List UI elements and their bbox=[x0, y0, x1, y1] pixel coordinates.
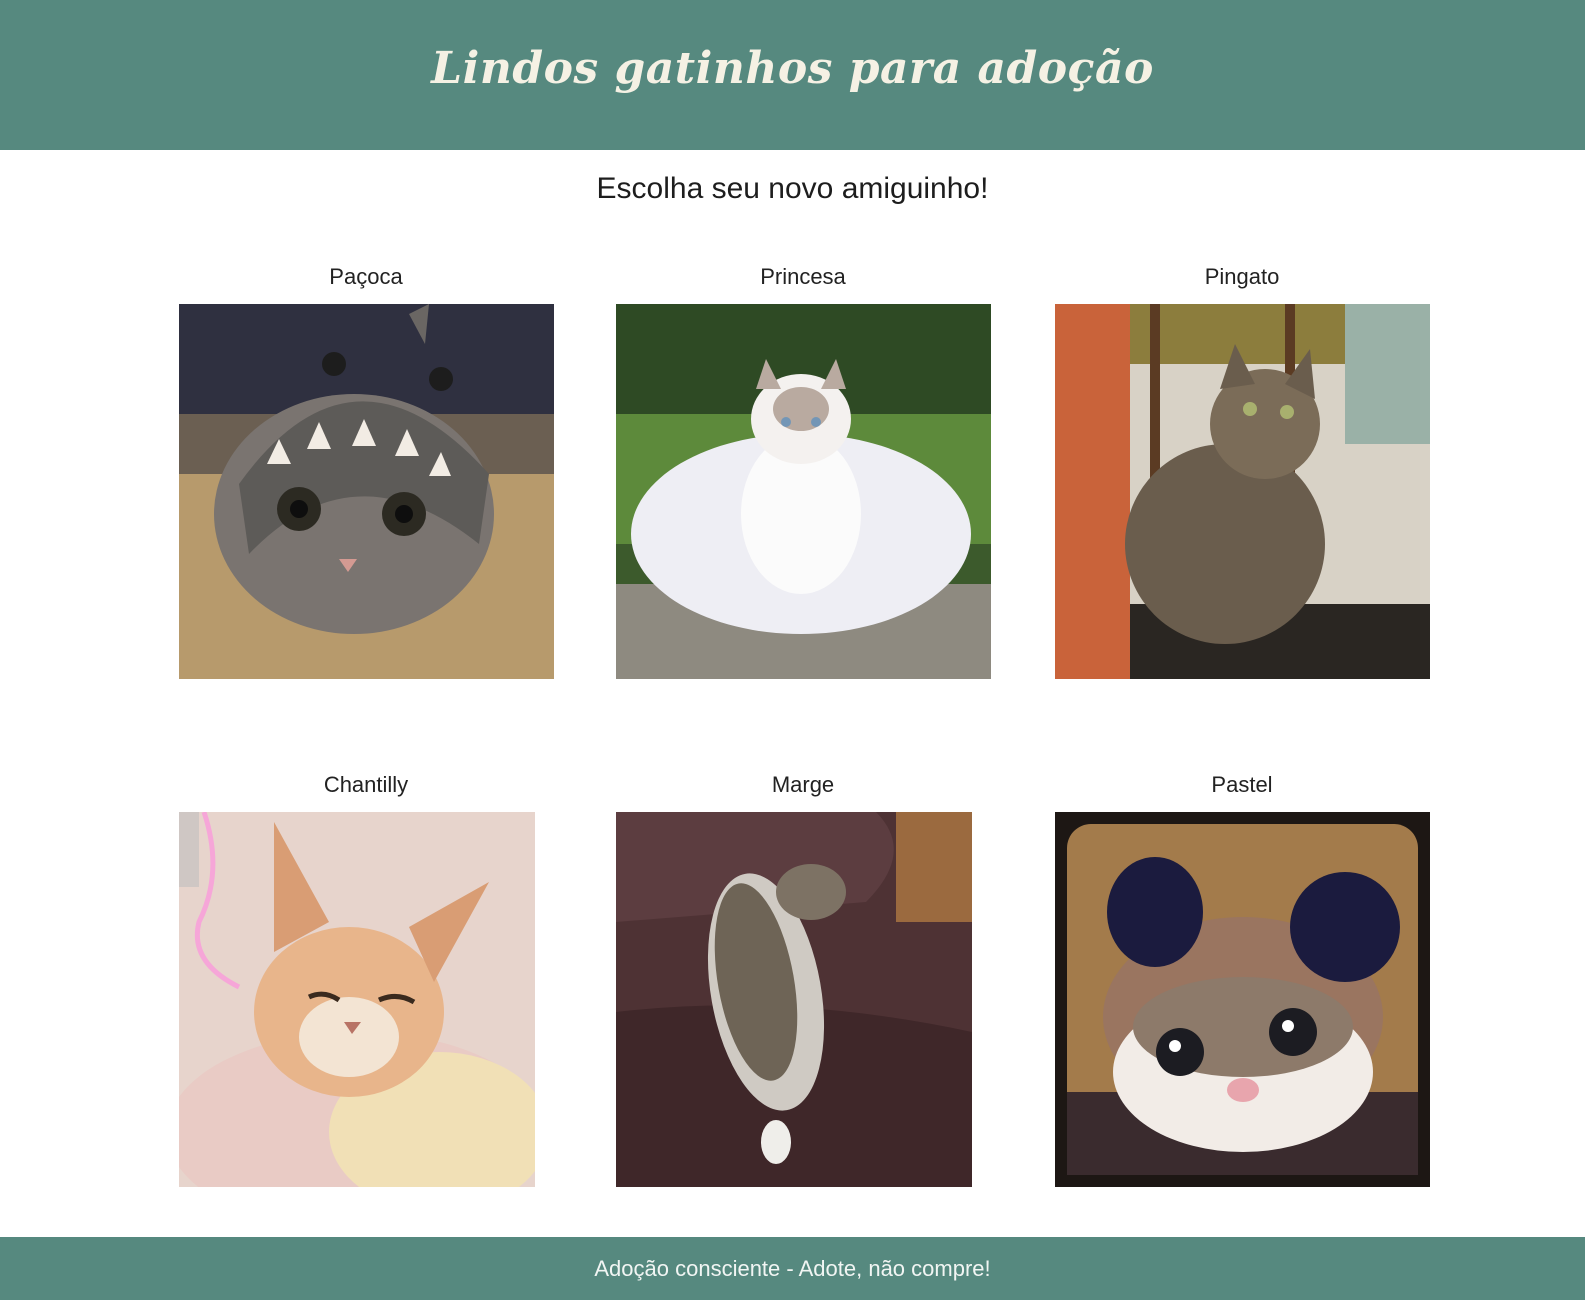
page-footer: Adoção consciente - Adote, não compre! bbox=[0, 1237, 1585, 1300]
cat-photo-chantilly bbox=[179, 812, 535, 1187]
page-header: Lindos gatinhos para adoção bbox=[0, 0, 1585, 150]
cat-card-princesa: Princesa bbox=[583, 262, 1023, 679]
cat-photo-princesa bbox=[616, 304, 991, 679]
section-subtitle: Escolha seu novo amiguinho! bbox=[596, 172, 989, 205]
cat-name: Pingato bbox=[1204, 264, 1280, 289]
footer-tagline: Adoção consciente - Adote, não compre! bbox=[594, 1255, 991, 1281]
cat-name: Pastel bbox=[1211, 772, 1273, 797]
cat-card-marge: Marge bbox=[583, 770, 1023, 1187]
cat-name: Chantilly bbox=[323, 772, 409, 797]
cat-card-pastel: Pastel bbox=[1022, 770, 1462, 1187]
cat-photo-pingato bbox=[1055, 304, 1430, 679]
cat-photo-pastel bbox=[1055, 812, 1430, 1187]
cat-name: Paçoca bbox=[329, 264, 403, 289]
cat-name: Marge bbox=[771, 772, 835, 797]
cat-card-pacoca: Paçoca bbox=[146, 262, 586, 679]
cat-photo-pacoca bbox=[179, 304, 554, 679]
cat-card-pingato: Pingato bbox=[1022, 262, 1462, 679]
cat-card-chantilly: Chantilly bbox=[146, 770, 586, 1187]
cat-name: Princesa bbox=[760, 264, 846, 289]
page-title: Lindos gatinhos para adoção bbox=[431, 42, 1154, 94]
cat-photo-marge bbox=[616, 812, 972, 1187]
